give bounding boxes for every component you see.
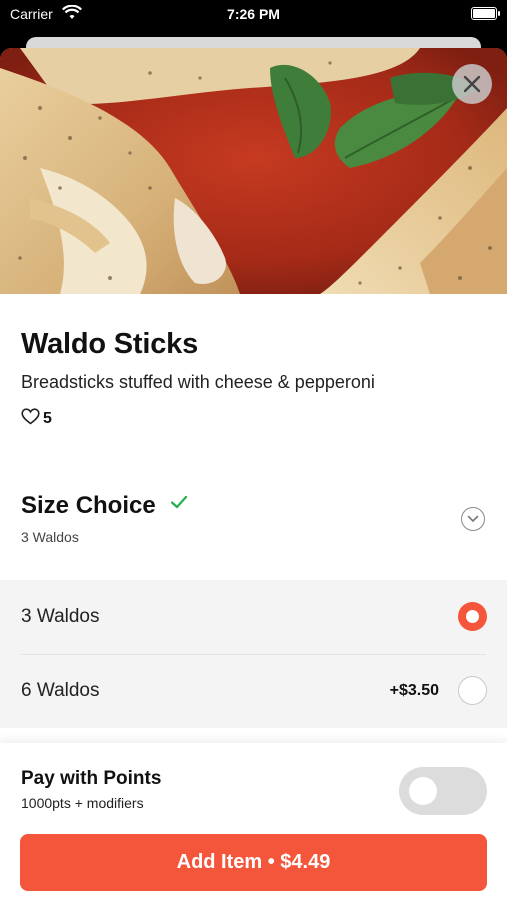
check-icon (170, 494, 188, 515)
item-description: Breadsticks stuffed with cheese & pepper… (21, 372, 375, 392)
radio-unselected[interactable] (458, 676, 487, 705)
status-time: 7:26 PM (227, 6, 280, 22)
chevron-down-icon (461, 507, 485, 531)
option-label: 6 Waldos (21, 680, 100, 701)
points-subtitle: 1000pts + modifiers (21, 795, 144, 811)
item-detail-sheet: Waldo Sticks Breadsticks stuffed with ch… (0, 48, 507, 900)
pay-with-points-toggle[interactable] (399, 767, 487, 815)
item-title: Waldo Sticks (21, 328, 199, 360)
section-selected-summary: 3 Waldos (21, 529, 79, 545)
option-label: 3 Waldos (21, 606, 100, 627)
like-count: 5 (43, 410, 52, 427)
item-photo (0, 48, 507, 294)
option-6-waldos[interactable]: 6 Waldos +$3.50 (0, 654, 507, 728)
option-price: +$3.50 (389, 682, 439, 699)
close-button[interactable] (452, 64, 492, 104)
battery-icon (471, 7, 500, 20)
points-title: Pay with Points (21, 768, 162, 789)
close-icon (463, 75, 481, 93)
add-item-button[interactable]: Add Item • $4.49 (20, 834, 487, 891)
section-title: Size Choice (21, 492, 156, 519)
size-options: 3 Waldos 6 Waldos +$3.50 (0, 580, 507, 728)
toggle-knob (409, 777, 437, 805)
like-button[interactable]: 5 (21, 408, 52, 430)
option-3-waldos[interactable]: 3 Waldos (0, 580, 507, 655)
radio-selected[interactable] (458, 602, 487, 631)
size-choice-header[interactable]: Size Choice 3 Waldos (0, 478, 507, 578)
status-bar: Carrier 7:26 PM (0, 0, 507, 30)
order-footer: Pay with Points 1000pts + modifiers Add … (0, 743, 507, 900)
heart-icon (21, 408, 40, 430)
